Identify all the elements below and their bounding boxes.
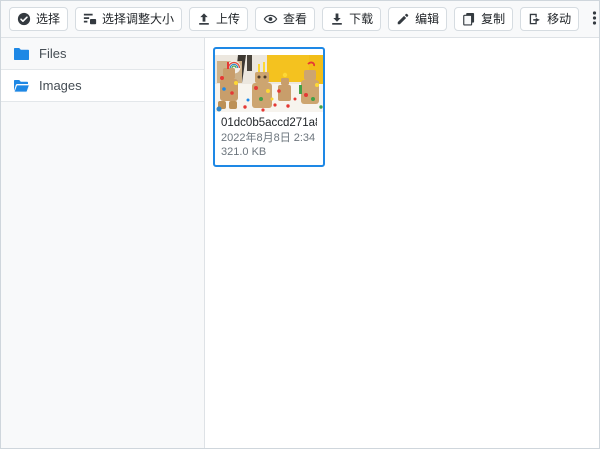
copy-button-label: 复制 bbox=[481, 11, 506, 26]
upload-button[interactable]: 上传 bbox=[189, 6, 249, 32]
select-button-label: 选择 bbox=[36, 11, 61, 26]
copy-icon bbox=[462, 12, 476, 26]
content-area: Files Images 01dc0b5accd271a 2022年8月8日 2… bbox=[1, 38, 599, 448]
sidebar-item-label: Images bbox=[39, 78, 82, 93]
toolbar: 选择 选择调整大小 上传 查看 下载 编辑 复制 移动 bbox=[1, 1, 599, 38]
edit-button[interactable]: 编辑 bbox=[388, 6, 448, 32]
move-button[interactable]: 移动 bbox=[520, 6, 580, 32]
upload-button-label: 上传 bbox=[216, 11, 241, 26]
copy-button[interactable]: 复制 bbox=[454, 6, 514, 32]
folder-icon bbox=[13, 47, 30, 61]
edit-button-label: 编辑 bbox=[415, 11, 440, 26]
select-button[interactable]: 选择 bbox=[9, 6, 69, 32]
sidebar-item-images[interactable]: Images bbox=[1, 70, 204, 102]
file-size: 321.0 KB bbox=[221, 146, 267, 158]
file-date: 2022年8月8日 2:34 ... bbox=[221, 132, 317, 144]
file-card-meta: 01dc0b5accd271a80... 2022年8月8日 2:34 ... … bbox=[215, 112, 323, 165]
sidebar-item-label: Files bbox=[39, 46, 67, 61]
kebab-icon bbox=[592, 10, 597, 29]
select-resize-icon bbox=[83, 12, 97, 26]
move-icon bbox=[528, 12, 542, 26]
sidebar-item-files[interactable]: Files bbox=[1, 38, 204, 70]
view-button-label: 查看 bbox=[283, 11, 308, 26]
select-resize-button-label: 选择调整大小 bbox=[102, 11, 175, 26]
view-button[interactable]: 查看 bbox=[255, 6, 316, 32]
sidebar: Files Images bbox=[1, 38, 205, 448]
check-circle-icon bbox=[17, 12, 31, 26]
select-resize-button[interactable]: 选择调整大小 bbox=[75, 6, 183, 32]
file-list-area: 01dc0b5accd271a80... 2022年8月8日 2:34 ... … bbox=[205, 38, 599, 448]
upload-icon bbox=[197, 12, 211, 26]
file-card[interactable]: 01dc0b5accd271a80... 2022年8月8日 2:34 ... … bbox=[213, 47, 325, 167]
file-thumbnail bbox=[215, 55, 323, 112]
move-button-label: 移动 bbox=[547, 11, 572, 26]
file-name: 01dc0b5accd271a80... bbox=[221, 117, 317, 129]
more-options-button[interactable] bbox=[586, 7, 599, 32]
download-button[interactable]: 下载 bbox=[322, 6, 382, 32]
file-manager-window: 选择 选择调整大小 上传 查看 下载 编辑 复制 移动 Files Images… bbox=[0, 0, 600, 449]
download-icon bbox=[330, 12, 344, 26]
folder-open-icon bbox=[13, 79, 30, 93]
eye-icon bbox=[263, 12, 278, 26]
pencil-icon bbox=[396, 12, 410, 26]
download-button-label: 下载 bbox=[349, 11, 374, 26]
